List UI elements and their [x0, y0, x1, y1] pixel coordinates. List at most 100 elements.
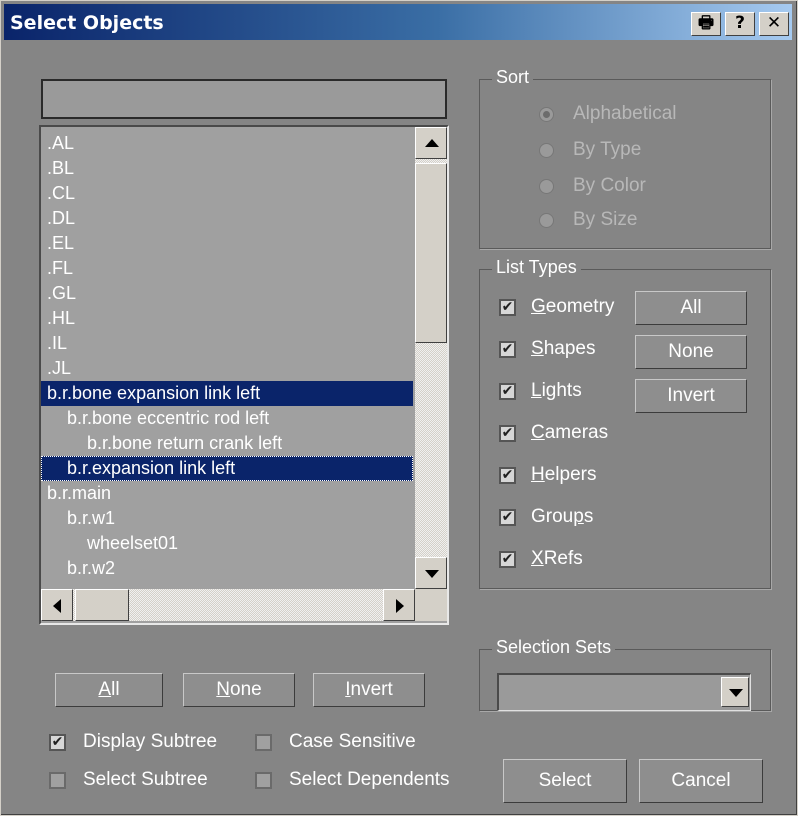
all-mnemonic: A: [98, 679, 112, 700]
list-item[interactable]: .AL: [41, 131, 80, 156]
list-type-checkbox[interactable]: ✔: [499, 299, 516, 316]
close-button[interactable]: ✕: [759, 12, 789, 36]
chevron-down-icon: [729, 689, 743, 697]
mnemonic: S: [531, 338, 544, 359]
radio-alphabetical[interactable]: [539, 107, 554, 122]
list-item[interactable]: .FL: [41, 256, 79, 281]
mnemonic: p: [573, 506, 584, 527]
list-item[interactable]: .IL: [41, 331, 73, 356]
label-part: hapes: [543, 338, 596, 359]
help-button[interactable]: ?: [725, 12, 755, 36]
list-item[interactable]: b.r.w1: [41, 506, 121, 531]
list-item[interactable]: .HL: [41, 306, 81, 331]
mnemonic: X: [531, 548, 544, 569]
radio-by-size[interactable]: [539, 213, 554, 228]
name-filter-input[interactable]: [41, 79, 447, 119]
list-type-checkbox[interactable]: ✔: [499, 467, 516, 484]
arrow-right-icon: [396, 599, 404, 613]
list-item[interactable]: b.r.bone eccentric rod left: [41, 406, 275, 431]
mnemonic: L: [531, 380, 542, 401]
list-type-label: XRefs: [531, 548, 583, 570]
types-none-button[interactable]: None: [635, 335, 747, 369]
list-type-label: Lights: [531, 380, 582, 402]
select-dependents-label: Select Dependents: [289, 769, 450, 790]
list-item[interactable]: .BL: [41, 156, 80, 181]
list-type-checkbox[interactable]: ✔: [499, 509, 516, 526]
label-part: eometry: [545, 296, 615, 317]
vertical-scrollbar[interactable]: [415, 127, 447, 589]
list-item[interactable]: b.r.bone return crank left: [41, 431, 288, 456]
list-type-checkbox[interactable]: ✔: [499, 383, 516, 400]
window-title: Select Objects: [10, 12, 164, 34]
none-mnemonic: N: [216, 679, 231, 700]
display-subtree-checkbox[interactable]: ✔: [49, 734, 66, 751]
mnemonic: H: [531, 464, 545, 485]
list-type-checkbox[interactable]: ✔: [499, 551, 516, 568]
title-bar[interactable]: Select Objects 🖶 ? ✕: [4, 4, 792, 40]
sort-by-color-label: By Color: [573, 175, 646, 196]
display-subtree-label: Display Subtree: [83, 731, 218, 752]
list-item[interactable]: wheelset01: [41, 531, 184, 556]
radio-by-color[interactable]: [539, 179, 554, 194]
selection-sets-dropdown[interactable]: [497, 673, 751, 711]
none-button[interactable]: None: [183, 673, 295, 707]
label-part: ameras: [544, 422, 609, 443]
label-part: elpers: [544, 464, 597, 485]
list-type-label: Cameras: [531, 422, 608, 444]
list-type-label: Geometry: [531, 296, 614, 318]
list-type-label: Helpers: [531, 464, 596, 486]
horizontal-scroll-thumb[interactable]: [75, 589, 129, 621]
case-sensitive-label: Case Sensitive: [289, 731, 416, 752]
list-type-label: Groups: [531, 506, 593, 528]
horizontal-scrollbar[interactable]: [41, 589, 415, 621]
selection-sets-legend: Selection Sets: [492, 637, 616, 658]
print-icon[interactable]: 🖶: [691, 12, 721, 36]
arrow-up-icon: [425, 139, 439, 147]
sort-legend: Sort: [492, 67, 534, 88]
list-item[interactable]: b.r.bone expansion link left: [41, 381, 413, 406]
list-item[interactable]: b.r.expansion link left: [41, 456, 413, 481]
sort-alphabetical-label: Alphabetical: [573, 103, 677, 124]
select-subtree-checkbox[interactable]: [49, 772, 66, 789]
scroll-right-button[interactable]: [383, 589, 415, 621]
list-item[interactable]: b.r.main: [41, 481, 117, 506]
dropdown-button[interactable]: [721, 677, 749, 707]
list-item[interactable]: .CL: [41, 181, 81, 206]
object-list-items: .AL .BL .CL .DL .EL .FL .GL .HL .IL .JL b.r.bone e…: [41, 127, 413, 589]
label-part: s: [583, 506, 594, 527]
all-label-rest: ll: [111, 679, 120, 700]
list-item[interactable]: .JL: [41, 356, 77, 381]
scroll-up-button[interactable]: [415, 127, 447, 159]
cancel-button[interactable]: Cancel: [639, 759, 763, 803]
types-all-button[interactable]: All: [635, 291, 747, 325]
list-type-checkbox[interactable]: ✔: [499, 341, 516, 358]
scroll-down-button[interactable]: [415, 557, 447, 589]
case-sensitive-checkbox[interactable]: [255, 734, 272, 751]
vertical-scroll-thumb[interactable]: [415, 163, 447, 343]
scrollbar-corner: [415, 589, 447, 621]
list-item[interactable]: .GL: [41, 281, 82, 306]
invert-label-rest: nvert: [350, 679, 393, 700]
invert-button[interactable]: Invert: [313, 673, 425, 707]
sort-by-size-label: By Size: [573, 209, 638, 230]
radio-by-type[interactable]: [539, 143, 554, 158]
select-dependents-checkbox[interactable]: [255, 772, 272, 789]
sort-by-type-label: By Type: [573, 139, 642, 160]
list-type-label: Shapes: [531, 338, 595, 360]
select-objects-dialog: Select Objects 🖶 ? ✕ .AL .BL .CL .DL .EL .FL.…: [0, 0, 798, 816]
list-item[interactable]: .EL: [41, 231, 80, 256]
mnemonic: G: [531, 296, 546, 317]
arrow-left-icon: [53, 599, 61, 613]
list-item[interactable]: b.r.w2: [41, 556, 121, 581]
all-button[interactable]: All: [55, 673, 163, 707]
label-part: ights: [541, 380, 582, 401]
label-part: Refs: [543, 548, 583, 569]
list-type-checkbox[interactable]: ✔: [499, 425, 516, 442]
scroll-left-button[interactable]: [41, 589, 73, 621]
list-item[interactable]: .DL: [41, 206, 81, 231]
select-button[interactable]: Select: [503, 759, 627, 803]
list-types-legend: List Types: [492, 257, 581, 278]
types-invert-button[interactable]: Invert: [635, 379, 747, 413]
object-list[interactable]: .AL .BL .CL .DL .EL .FL .GL .HL .IL .JL b.r.bone e…: [39, 125, 449, 625]
label-part: Grou: [531, 506, 574, 527]
